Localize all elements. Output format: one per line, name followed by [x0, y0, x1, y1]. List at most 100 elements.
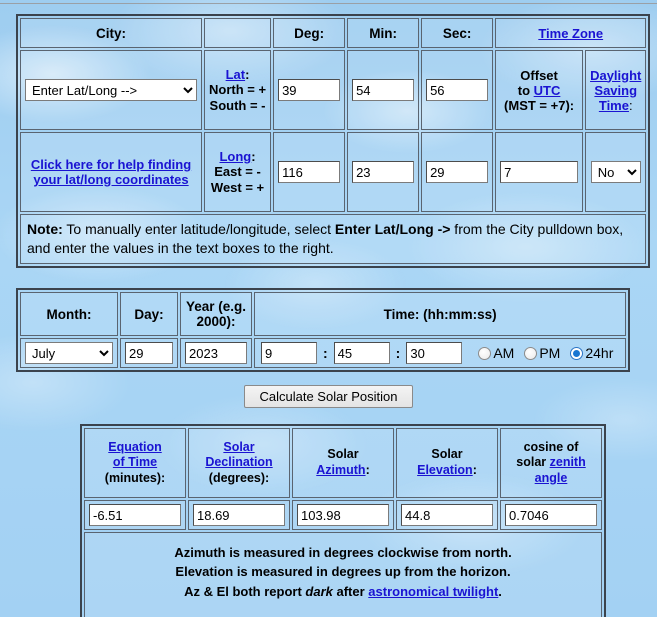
long-west: West = + [210, 179, 265, 195]
az-line2: Azimuth: [297, 463, 389, 479]
solar-elevation-cell [396, 500, 498, 530]
dst-select-cell: No [585, 132, 647, 212]
dec-line2: Declination [193, 455, 285, 471]
footnote-line1: Azimuth is measured in degrees clockwise… [174, 544, 512, 560]
solar-declination-link-2[interactable]: Declination [205, 455, 272, 469]
offset-line3: (MST = +7): [504, 97, 575, 113]
year-input[interactable] [185, 342, 247, 364]
dst-label-cell: Daylight Saving Time: [585, 50, 647, 130]
month-select-cell: July [20, 338, 118, 368]
hour-input[interactable] [261, 342, 317, 364]
solar-azimuth-link[interactable]: Azimuth [316, 463, 365, 477]
solar-elevation-link[interactable]: Elevation [417, 463, 473, 477]
header-time: Time: (hh:mm:ss) [254, 292, 627, 336]
cos-zenith-angle-output[interactable] [505, 504, 597, 526]
solar-elevation-output[interactable] [401, 504, 493, 526]
equation-of-time-link-2[interactable]: of Time [113, 455, 157, 469]
lat-sec-cell [421, 50, 494, 130]
latlong-help-link-line1[interactable]: Click here for help finding [25, 157, 197, 172]
minute-input[interactable] [333, 342, 390, 364]
header-solar-elevation: Solar Elevation: [396, 428, 498, 498]
daylight-saving-link-2[interactable]: Saving [594, 83, 637, 98]
header-year: Year (e.g. 2000): [180, 292, 252, 336]
datetime-header-row: Month: Day: Year (e.g. 2000): Time: (hh:… [20, 292, 627, 336]
latitude-row: Enter Lat/Long --> Lat: North = + South … [20, 50, 647, 130]
long-min-input[interactable] [352, 161, 415, 183]
lat-label-line: Lat: [209, 67, 266, 82]
header-blank [204, 18, 272, 48]
astronomical-twilight-link[interactable]: astronomical twilight [368, 584, 498, 599]
long-link[interactable]: Long [219, 149, 251, 164]
solar-declination-output[interactable] [193, 504, 285, 526]
dst-line1: Daylight [590, 68, 641, 83]
dst-select[interactable]: No [590, 161, 641, 183]
city-select[interactable]: Enter Lat/Long --> [25, 79, 197, 101]
top-divider [0, 3, 657, 4]
equation-of-time-output[interactable] [89, 504, 181, 526]
equation-of-time-cell [84, 500, 186, 530]
cos-line1: cosine of [523, 439, 579, 454]
daylight-saving-link-1[interactable]: Daylight [590, 68, 641, 83]
solar-azimuth-output[interactable] [297, 504, 389, 526]
help-link-cell: Click here for help finding your lat/lon… [20, 132, 202, 212]
pm-radio[interactable] [524, 346, 538, 360]
solar-declination-link-1[interactable]: Solar [223, 440, 254, 454]
results-header-row: Equation of Time (minutes): Solar Declin… [84, 428, 602, 498]
month-select[interactable]: July [25, 342, 113, 364]
long-sec-input[interactable] [426, 161, 489, 183]
header-month: Month: [20, 292, 118, 336]
long-direction-cell: Long: East = - West = + [204, 132, 272, 212]
long-deg-cell [273, 132, 346, 212]
daylight-saving-link-3[interactable]: Time [599, 98, 629, 113]
lat-colon: : [245, 67, 250, 82]
az-line1: Solar [327, 447, 359, 462]
location-header-row: City: Deg: Min: Sec: Time Zone [20, 18, 647, 48]
results-footnote-row: Azimuth is measured in degrees clockwise… [84, 532, 602, 617]
latlong-help-link-line2[interactable]: your lat/long coordinates [25, 172, 197, 187]
note-row: Note: To manually enter latitude/longitu… [20, 214, 647, 264]
zenith-link[interactable]: zenith [550, 455, 586, 469]
time-row: : : AM PM 24hr [259, 342, 621, 364]
datetime-table: Month: Day: Year (e.g. 2000): Time: (hh:… [16, 288, 631, 372]
lat-link[interactable]: Lat [226, 67, 246, 82]
offset-line2: to UTC [500, 83, 578, 98]
time-cell: : : AM PM 24hr [254, 338, 627, 368]
lat-sec-input[interactable] [426, 79, 489, 101]
am-label: AM [493, 345, 515, 361]
24hr-label: 24hr [585, 345, 614, 361]
cos-zenith-angle-cell [500, 500, 602, 530]
lat-min-cell [347, 50, 420, 130]
day-input[interactable] [125, 342, 173, 364]
footnote-line3-pre: Az & El both report [184, 583, 306, 599]
eot-line2: of Time [89, 455, 181, 471]
offset-to-text: to [517, 82, 534, 98]
long-east: East = - [214, 164, 261, 180]
time-zone-link[interactable]: Time Zone [538, 26, 603, 41]
angle-link[interactable]: angle [535, 471, 568, 485]
second-input[interactable] [406, 342, 463, 364]
solar-azimuth-cell [292, 500, 394, 530]
header-solar-azimuth: Solar Azimuth: [292, 428, 394, 498]
note-prefix: Note: [27, 221, 63, 237]
equation-of-time-link-1[interactable]: Equation [108, 440, 161, 454]
lat-min-input[interactable] [352, 79, 415, 101]
header-solar-declination: Solar Declination (degrees): [188, 428, 290, 498]
eot-line3: (minutes): [104, 470, 166, 485]
dst-line2: Saving [590, 83, 641, 98]
note-cell: Note: To manually enter latitude/longitu… [20, 214, 647, 264]
lat-south: South = - [209, 97, 266, 113]
calculate-solar-position-button[interactable]: Calculate Solar Position [244, 385, 413, 408]
24hr-radio[interactable] [570, 346, 584, 360]
city-select-cell: Enter Lat/Long --> [20, 50, 202, 130]
utc-link[interactable]: UTC [534, 83, 561, 98]
cos-line3: angle [505, 471, 597, 487]
longitude-row: Click here for help finding your lat/lon… [20, 132, 647, 212]
footnote-line2: Elevation is measured in degrees up from… [175, 564, 511, 580]
datetime-value-row: July : : [20, 338, 627, 368]
utc-offset-input[interactable] [500, 161, 579, 183]
el-line1: Solar [431, 447, 463, 462]
am-radio[interactable] [478, 346, 492, 360]
offset-line1: Offset [520, 67, 558, 83]
lat-deg-input[interactable] [278, 79, 341, 101]
long-deg-input[interactable] [278, 161, 341, 183]
